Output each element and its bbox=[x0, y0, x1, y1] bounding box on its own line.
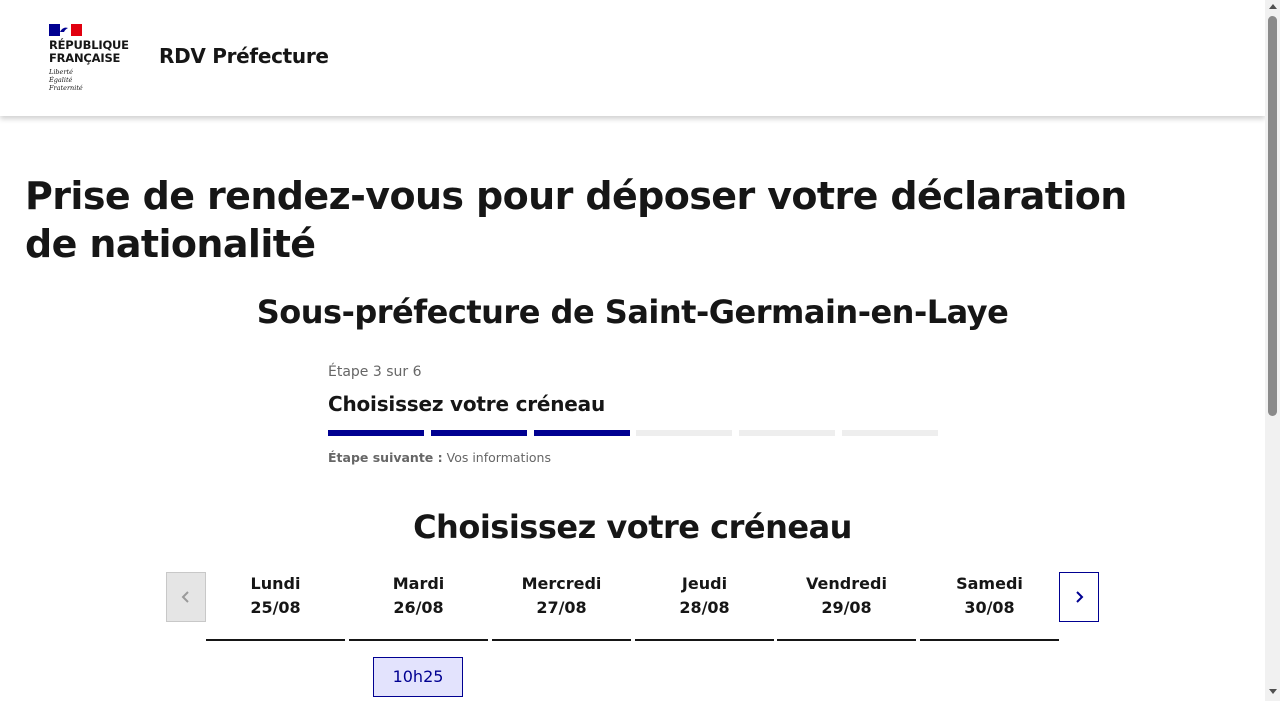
day-name: Lundi bbox=[250, 574, 301, 593]
previous-week-button[interactable] bbox=[166, 572, 206, 622]
day-divider bbox=[635, 639, 774, 641]
stepper-next-label: Étape suivante : bbox=[328, 450, 443, 465]
day-name: Mardi bbox=[392, 574, 445, 593]
stepper-progress bbox=[328, 430, 938, 436]
office-title: Sous-préfecture de Saint-Germain-en-Laye bbox=[256, 293, 1009, 331]
chevron-right-icon bbox=[1076, 591, 1084, 603]
day-divider bbox=[349, 639, 488, 641]
day-date: 26/08 bbox=[393, 598, 444, 617]
service-name-link[interactable]: RDV Préfecture bbox=[159, 44, 329, 68]
stepper-segment bbox=[739, 430, 836, 436]
day-column: Vendredi 29/08 bbox=[777, 572, 916, 642]
brand-motto: Liberté Égalité Fraternité bbox=[49, 68, 83, 92]
day-name: Mercredi bbox=[521, 574, 602, 593]
day-date: 25/08 bbox=[250, 598, 301, 617]
day-column: Lundi 25/08 bbox=[206, 572, 345, 642]
slots-title: Choisissez votre créneau bbox=[413, 508, 852, 546]
stepper-next-value: Vos informations bbox=[446, 450, 551, 465]
time-slot-button[interactable]: 10h25 bbox=[373, 657, 463, 697]
republique-francaise-logo[interactable]: RÉPUBLIQUE FRANÇAISE Liberté Égalité Fra… bbox=[49, 24, 139, 96]
stepper-segment bbox=[328, 430, 424, 436]
day-divider bbox=[206, 639, 345, 641]
scroll-up-arrow-icon[interactable] bbox=[1269, 4, 1277, 9]
day-date: 29/08 bbox=[821, 598, 872, 617]
day-date: 27/08 bbox=[536, 598, 587, 617]
day-column: Mercredi 27/08 bbox=[492, 572, 631, 642]
page-scrollbar[interactable] bbox=[1265, 0, 1280, 701]
page: RÉPUBLIQUE FRANÇAISE Liberté Égalité Fra… bbox=[0, 0, 1265, 701]
page-title: Prise de rendez-vous pour déposer votre … bbox=[25, 174, 1127, 266]
day-column: Jeudi 28/08 bbox=[635, 572, 774, 642]
stepper-segment bbox=[636, 430, 733, 436]
day-date: 28/08 bbox=[679, 598, 730, 617]
day-name: Samedi bbox=[956, 574, 1023, 593]
scroll-thumb[interactable] bbox=[1268, 16, 1277, 416]
stepper-title: Choisissez votre créneau bbox=[328, 392, 605, 416]
stepper-segment bbox=[842, 430, 938, 436]
day-column: Mardi 26/08 bbox=[349, 572, 488, 642]
day-date: 30/08 bbox=[964, 598, 1015, 617]
day-name: Jeudi bbox=[681, 574, 728, 593]
day-divider bbox=[777, 639, 916, 641]
stepper-segment bbox=[430, 430, 527, 436]
brand-title: RÉPUBLIQUE FRANÇAISE bbox=[49, 38, 129, 65]
scroll-down-arrow-icon[interactable] bbox=[1269, 689, 1277, 694]
day-divider bbox=[920, 639, 1059, 641]
chevron-left-icon bbox=[181, 591, 189, 603]
stepper-state: Étape 3 sur 6 bbox=[328, 364, 422, 380]
day-column: Samedi 30/08 bbox=[920, 572, 1059, 642]
marianne-icon bbox=[60, 27, 68, 32]
site-header: RÉPUBLIQUE FRANÇAISE Liberté Égalité Fra… bbox=[0, 0, 1265, 116]
day-name: Vendredi bbox=[806, 574, 887, 593]
next-week-button[interactable] bbox=[1059, 572, 1099, 622]
stepper-next-step: Étape suivante : Vos informations bbox=[328, 450, 551, 465]
stepper-segment bbox=[533, 430, 630, 436]
day-divider bbox=[492, 639, 631, 641]
